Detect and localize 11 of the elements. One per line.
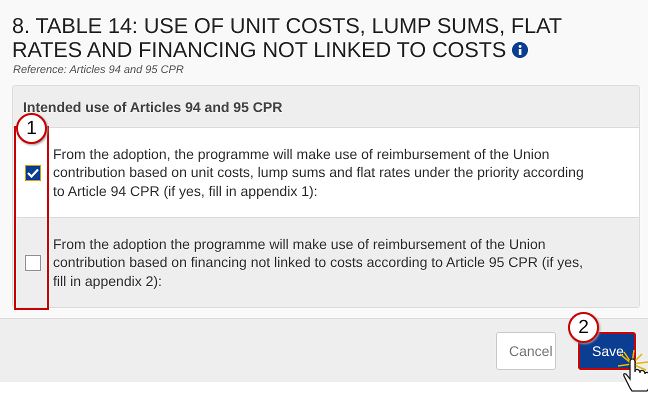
section-title: 8. TABLE 14: USE OF UNIT COSTS, LUMP SUMS, FLAT RATES AND FINANCING NOT LINKED TO COSTS	[12, 14, 563, 62]
row-text: From the adoption the programme will make use of reimbursement of the Union contribution based on financing not linked to costs according to Article 95 CPR (if yes, fill in appendix 2):	[53, 234, 584, 290]
checkbox[interactable]	[25, 254, 41, 270]
reference-text: Reference: Articles 94 and 95 CPR	[13, 64, 185, 76]
checkbox[interactable]	[25, 164, 41, 180]
cancel-button[interactable]: Cancel	[496, 332, 556, 370]
row-text: From the adoption, the programme will make use of reimbursement of the Union contribution based on unit costs, lump sums and flat rates under the priority according to Article 94 CPR (if yes, fill in appendix 1):	[53, 144, 585, 200]
callout-badge: 2	[568, 312, 599, 342]
checkmark-icon	[27, 168, 39, 178]
callout-badge: 1	[16, 113, 47, 144]
info-icon	[512, 42, 528, 58]
